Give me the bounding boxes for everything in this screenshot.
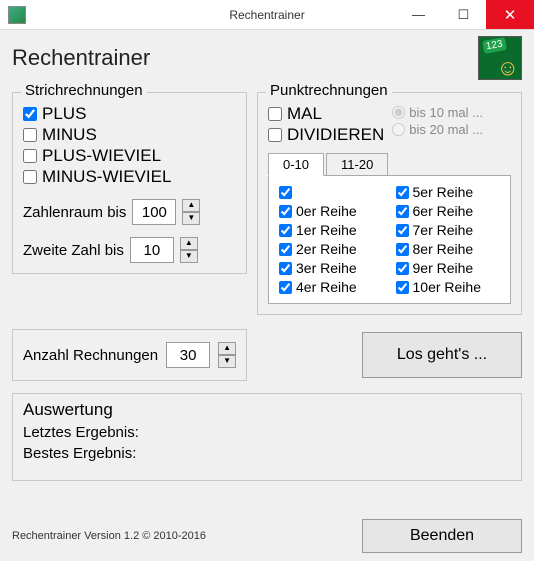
reihe-checkbox[interactable]: 0er Reihe xyxy=(279,203,384,219)
anzahl-input[interactable] xyxy=(166,342,210,368)
checkbox-minus-wieviel[interactable]: MINUS-WIEVIEL xyxy=(23,167,236,187)
checkbox-plus-label: PLUS xyxy=(42,104,86,124)
reihe-label: 9er Reihe xyxy=(413,260,474,276)
reihe-label: 0er Reihe xyxy=(296,203,357,219)
checkbox-minus-wieviel-input[interactable] xyxy=(23,170,37,184)
reihe-label: 8er Reihe xyxy=(413,241,474,257)
reihe-label: 10er Reihe xyxy=(413,279,482,295)
reihe-checkbox[interactable]: 6er Reihe xyxy=(396,203,501,219)
reihe-label: 5er Reihe xyxy=(413,184,474,200)
radio-bis20-input[interactable] xyxy=(392,123,405,136)
reihe-checkbox-input[interactable] xyxy=(279,224,292,237)
reihe-checkbox[interactable]: 5er Reihe xyxy=(396,184,501,200)
reihe-checkbox-input[interactable] xyxy=(396,224,409,237)
reihe-checkbox[interactable]: 1er Reihe xyxy=(279,222,384,238)
reihe-label: 7er Reihe xyxy=(413,222,474,238)
punkt-title: Punktrechnungen xyxy=(266,82,392,99)
end-button[interactable]: Beenden xyxy=(362,519,522,553)
zweite-up[interactable]: ▲ xyxy=(180,237,198,250)
checkbox-minus-wieviel-label: MINUS-WIEVIEL xyxy=(42,167,171,187)
strich-title: Strichrechnungen xyxy=(21,82,147,99)
radio-bis10[interactable]: bis 10 mal ... xyxy=(392,105,511,120)
content: Rechentrainer Strichrechnungen PLUS MINU… xyxy=(0,30,534,561)
page-title: Rechentrainer xyxy=(12,45,150,71)
version-text: Rechentrainer Version 1.2 © 2010-2016 xyxy=(12,530,206,542)
close-button[interactable]: ✕ xyxy=(486,0,534,29)
window-buttons: — ☐ ✕ xyxy=(396,0,534,29)
reihe-checkbox[interactable]: 2er Reihe xyxy=(279,241,384,257)
zahlenraum-input[interactable] xyxy=(132,199,176,225)
anzahl-up[interactable]: ▲ xyxy=(218,342,236,355)
zweite-spinner: ▲ ▼ xyxy=(180,237,198,263)
checkbox-div-label: DIVIDIEREN xyxy=(287,125,384,145)
zahlenraum-label: Zahlenraum bis xyxy=(23,204,126,221)
anzahl-label: Anzahl Rechnungen xyxy=(23,347,158,364)
reihe-label: 2er Reihe xyxy=(296,241,357,257)
anzahl-spinner: ▲ ▼ xyxy=(218,342,236,368)
logo-icon xyxy=(478,36,522,80)
reihe-checkbox[interactable]: 9er Reihe xyxy=(396,260,501,276)
reihe-checkbox-input[interactable] xyxy=(279,281,292,294)
reihen-body: 5er Reihe 0er Reihe 6er Reihe 1er Reihe 7er … xyxy=(268,175,511,304)
titlebar[interactable]: Rechentrainer — ☐ ✕ xyxy=(0,0,534,30)
tab-11-20[interactable]: 11-20 xyxy=(326,153,388,176)
reihe-label: 4er Reihe xyxy=(296,279,357,295)
checkbox-minus-label: MINUS xyxy=(42,125,97,145)
eval-title: Auswertung xyxy=(23,400,511,420)
reihe-checkbox-input[interactable] xyxy=(279,243,292,256)
checkbox-mal[interactable]: MAL xyxy=(268,104,384,124)
reihe-label: 3er Reihe xyxy=(296,260,357,276)
app-icon xyxy=(8,6,26,24)
checkbox-mal-input[interactable] xyxy=(268,107,282,121)
zahlenraum-up[interactable]: ▲ xyxy=(182,199,200,212)
zweite-input[interactable] xyxy=(130,237,174,263)
zweite-down[interactable]: ▼ xyxy=(180,250,198,263)
reihen-tabs: 0-10 11-20 5er Reihe 0er Reihe 6er Reihe 1e… xyxy=(268,152,511,304)
checkbox-plus-wieviel-input[interactable] xyxy=(23,149,37,163)
reihe-checkbox-input[interactable] xyxy=(279,205,292,218)
reihe-checkbox-input[interactable] xyxy=(396,262,409,275)
best-result-label: Bestes Ergebnis: xyxy=(23,445,511,462)
checkbox-plus-wieviel-label: PLUS-WIEVIEL xyxy=(42,146,161,166)
zweite-label: Zweite Zahl bis xyxy=(23,242,124,259)
tab-0-10[interactable]: 0-10 xyxy=(268,153,324,176)
reihe-checkbox-input[interactable] xyxy=(396,243,409,256)
checkbox-minus[interactable]: MINUS xyxy=(23,125,236,145)
reihe-checkbox[interactable]: 7er Reihe xyxy=(396,222,501,238)
reihe-label: 6er Reihe xyxy=(413,203,474,219)
last-result-label: Letztes Ergebnis: xyxy=(23,424,511,441)
reihe-checkbox-input[interactable] xyxy=(279,186,292,199)
radio-bis10-label: bis 10 mal ... xyxy=(409,105,483,120)
eval-group: Auswertung Letztes Ergebnis: Bestes Erge… xyxy=(12,393,522,481)
reihe-checkbox[interactable] xyxy=(279,184,384,200)
reihe-checkbox-input[interactable] xyxy=(279,262,292,275)
checkbox-mal-label: MAL xyxy=(287,104,322,124)
reihe-checkbox[interactable]: 8er Reihe xyxy=(396,241,501,257)
radio-bis20-label: bis 20 mal ... xyxy=(409,122,483,137)
reihe-label: 1er Reihe xyxy=(296,222,357,238)
zahlenraum-down[interactable]: ▼ xyxy=(182,212,200,225)
reihe-checkbox[interactable]: 3er Reihe xyxy=(279,260,384,276)
minimize-button[interactable]: — xyxy=(396,0,441,29)
checkbox-plus-input[interactable] xyxy=(23,107,37,121)
radio-bis10-input[interactable] xyxy=(392,106,405,119)
reihe-checkbox-input[interactable] xyxy=(396,186,409,199)
strich-group: Strichrechnungen PLUS MINUS PLUS-WIEVIEL… xyxy=(12,92,247,274)
anzahl-group: Anzahl Rechnungen ▲ ▼ xyxy=(12,329,247,381)
reihe-checkbox[interactable]: 4er Reihe xyxy=(279,279,384,295)
checkbox-plus-wieviel[interactable]: PLUS-WIEVIEL xyxy=(23,146,236,166)
radio-bis20[interactable]: bis 20 mal ... xyxy=(392,122,511,137)
maximize-button[interactable]: ☐ xyxy=(441,0,486,29)
go-button[interactable]: Los geht's ... xyxy=(362,332,522,378)
punkt-group: Punktrechnungen MAL DIVIDIEREN xyxy=(257,92,522,315)
checkbox-div-input[interactable] xyxy=(268,128,282,142)
reihe-checkbox-input[interactable] xyxy=(396,205,409,218)
checkbox-plus[interactable]: PLUS xyxy=(23,104,236,124)
zahlenraum-spinner: ▲ ▼ xyxy=(182,199,200,225)
checkbox-minus-input[interactable] xyxy=(23,128,37,142)
checkbox-div[interactable]: DIVIDIEREN xyxy=(268,125,384,145)
reihe-checkbox-input[interactable] xyxy=(396,281,409,294)
anzahl-down[interactable]: ▼ xyxy=(218,355,236,368)
reihe-checkbox[interactable]: 10er Reihe xyxy=(396,279,501,295)
